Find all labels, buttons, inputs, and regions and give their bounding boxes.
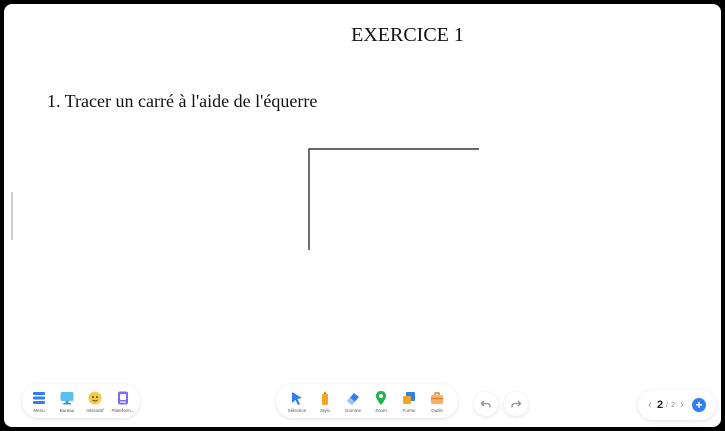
platform-button[interactable]: Plateform... (111, 390, 135, 413)
desktop-icon (60, 391, 74, 404)
tools-label: Outils (431, 407, 443, 413)
pen-tool[interactable]: Stylo (314, 390, 336, 413)
total-pages: 2 (671, 401, 675, 409)
platform-label: Plateform... (111, 407, 135, 413)
menu-label: Menu (33, 407, 45, 413)
interactive-button[interactable]: Interactif (84, 390, 106, 413)
shape-label: Forme (402, 407, 416, 413)
page-navigator: ‹ 2 / 2 › + (638, 390, 716, 420)
page-separator: / (666, 401, 669, 409)
pen-icon (322, 390, 328, 405)
undo-button[interactable] (474, 392, 498, 416)
eraser-label: Gomme (344, 407, 361, 413)
menu-icon (33, 391, 45, 404)
side-panel-handle[interactable] (11, 192, 13, 240)
prev-page-chevron-icon[interactable]: ‹ (646, 399, 654, 411)
selection-tool[interactable]: Sélection (286, 390, 308, 413)
zoom-tool[interactable]: Zoom (370, 390, 392, 413)
zoom-pin-icon (376, 390, 386, 405)
zoom-label: Zoom (375, 407, 387, 413)
redo-icon (511, 400, 522, 408)
tools-toolbar: Sélection Stylo Gomme Zoom Forme Outils (276, 384, 458, 418)
menu-button[interactable]: Menu (28, 390, 50, 413)
whiteboard-canvas[interactable]: EXERCICE 1 1. Tracer un carré à l'aide d… (4, 4, 721, 427)
tools-tool[interactable]: Outils (426, 390, 448, 413)
tools-icon (431, 391, 443, 404)
next-page-chevron-icon[interactable]: › (678, 399, 686, 411)
selection-label: Sélection (287, 407, 307, 413)
interactive-label: Interactif (86, 407, 104, 413)
left-toolbar: Menu Bureau Interactif Plateform... (22, 384, 140, 418)
eraser-tool[interactable]: Gomme (342, 390, 364, 413)
shape-tool[interactable]: Forme (398, 390, 420, 413)
redo-button[interactable] (504, 392, 528, 416)
interactive-icon (88, 391, 102, 404)
shape-icon (403, 391, 415, 404)
desktop-button[interactable]: Bureau (56, 390, 78, 413)
cursor-icon (292, 391, 302, 405)
desktop-label: Bureau (59, 407, 75, 413)
eraser-icon (347, 392, 359, 405)
pen-label: Stylo (319, 407, 330, 413)
undo-icon (480, 400, 491, 408)
platform-icon (118, 391, 128, 404)
current-page: 2 (657, 399, 664, 411)
add-page-plus-icon[interactable]: + (691, 398, 706, 412)
drawn-square-corner (308, 148, 479, 250)
